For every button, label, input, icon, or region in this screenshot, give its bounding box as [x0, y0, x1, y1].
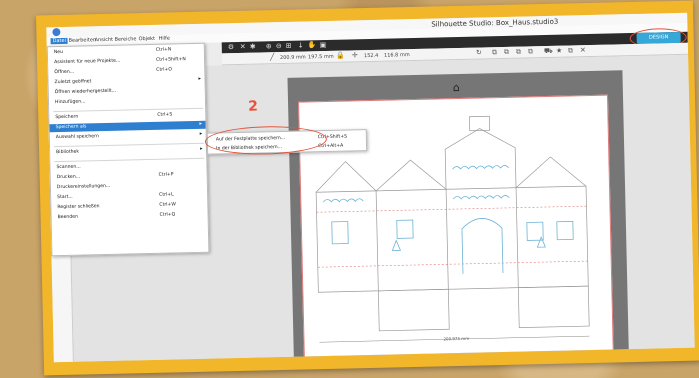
lock-icon[interactable]: 🔒 — [336, 52, 345, 60]
submenu-arrow-icon: ▸ — [199, 130, 203, 137]
file-menu-item[interactable]: Hinzufügen... — [49, 96, 205, 108]
submenu-arrow-icon: ▸ — [199, 120, 203, 127]
file-menu-item-label: Speichern — [55, 114, 79, 121]
annotation-step-2: 2 — [247, 98, 259, 115]
file-menu-item-shortcut: Ctrl+Q — [159, 212, 176, 218]
file-menu-item-label: Register schließen — [57, 204, 100, 211]
ungroup-icon[interactable]: ⧉ — [504, 48, 509, 57]
y-value[interactable]: 116.8 — [384, 52, 398, 58]
file-menu-item-shortcut: Ctrl+Shift+N — [156, 57, 186, 63]
submenu-arrow-icon: ▸ — [198, 75, 202, 82]
file-menu-item-shortcut: Ctrl+P — [158, 172, 174, 178]
zoom-in-icon[interactable]: ⊕ — [266, 42, 272, 50]
release-icon[interactable]: ⧉ — [528, 47, 533, 56]
file-menu-item-label: Bibliothek — [56, 149, 80, 156]
file-menu-item-shortcut: Ctrl+W — [159, 202, 176, 208]
height-value[interactable]: 197.5 — [308, 54, 322, 60]
gear-icon[interactable]: ⚙ — [228, 43, 234, 51]
menu-bearbeiten[interactable]: Bearbeiten — [69, 37, 97, 44]
file-menu-item-label: Zuletzt geöffnet — [54, 79, 92, 86]
screen: Silhouette Studio: Box_Haus.studio3 Date… — [46, 12, 695, 363]
file-menu-item-shortcut: Ctrl+S — [157, 112, 173, 118]
file-menu-item[interactable]: Auswahl speichern ▸ — [50, 131, 206, 143]
menu-objekt[interactable]: Objekt — [139, 36, 156, 42]
home-icon[interactable]: ⌂ — [453, 81, 460, 94]
height-unit: mm — [323, 53, 334, 61]
file-menu-item-label: Drucken... — [56, 174, 81, 181]
close-icon[interactable]: ✕ — [240, 43, 246, 51]
settings-icon[interactable]: ✱ — [250, 43, 256, 51]
file-menu-item-shortcut: Ctrl+O — [156, 67, 172, 73]
silhouette-logo-icon — [52, 27, 61, 37]
file-menu-item-label: Speichern als — [55, 124, 87, 131]
compound-icon[interactable]: ⧉ — [516, 48, 521, 57]
file-menu-item-label: Scannen... — [56, 164, 81, 171]
file-menu-item-label: Öffnen wiederhergestellt... — [54, 88, 117, 96]
width-unit: mm — [295, 54, 306, 61]
file-menu-item-shortcut: Ctrl+L — [159, 192, 174, 198]
star-icon[interactable]: ★ — [556, 47, 562, 55]
file-menu-item-label: Neu — [53, 49, 64, 56]
file-menu-dropdown: Neu Ctrl+N Assistent für neue Projekte... C… — [46, 42, 210, 257]
pan-hand-icon[interactable]: ✋ — [308, 41, 317, 49]
file-menu-item-label: Öffnen... — [54, 69, 75, 76]
menu-datei[interactable]: Datei — [50, 37, 69, 45]
zoom-out-icon[interactable]: ⊖ — [276, 42, 282, 50]
menu-hilfe[interactable]: Hilfe — [159, 36, 171, 42]
dimension-label: 200.975 mm — [443, 335, 470, 342]
file-menu-item[interactable]: Bibliothek ▸ — [50, 146, 206, 158]
duplicate-icon[interactable]: ⧉ — [568, 46, 573, 55]
file-menu-item[interactable]: Beenden Ctrl+Q — [52, 211, 208, 223]
x-value[interactable]: 152.4 — [364, 53, 378, 59]
frame-icon[interactable]: ▣ — [320, 41, 327, 49]
zoom-fit-icon[interactable]: ⊞ — [286, 42, 292, 50]
rotate-icon[interactable]: ↻ — [476, 48, 482, 56]
arrow-down-icon[interactable]: ↓ — [298, 41, 304, 49]
delete-icon[interactable]: ✕ — [580, 46, 586, 54]
file-menu-item-label: Auswahl speichern — [55, 134, 99, 141]
file-menu-item-label: Start... — [57, 194, 73, 201]
width-value[interactable]: 200.9 — [280, 55, 294, 61]
file-menu-item-shortcut: Ctrl+N — [155, 47, 172, 53]
menu-bereiche[interactable]: Bereiche — [115, 36, 137, 42]
menu-ansicht[interactable]: Ansicht — [95, 37, 114, 43]
file-menu-item-label: Druckereinstellungen... — [56, 183, 111, 191]
submenu-arrow-icon: ▸ — [200, 145, 203, 152]
xy-unit: mm — [399, 52, 410, 59]
group-icon[interactable]: ⧉ — [492, 48, 497, 57]
file-menu-item-label: Beenden — [57, 214, 79, 221]
file-menu-item-label: Assistent für neue Projekte... — [54, 58, 121, 66]
car-icon[interactable]: ⛟ — [544, 47, 553, 56]
position-icon[interactable]: ✛ — [352, 51, 358, 59]
line-tool-icon[interactable]: ╱ — [270, 53, 274, 61]
file-menu-item-label: Hinzufügen... — [54, 99, 86, 106]
